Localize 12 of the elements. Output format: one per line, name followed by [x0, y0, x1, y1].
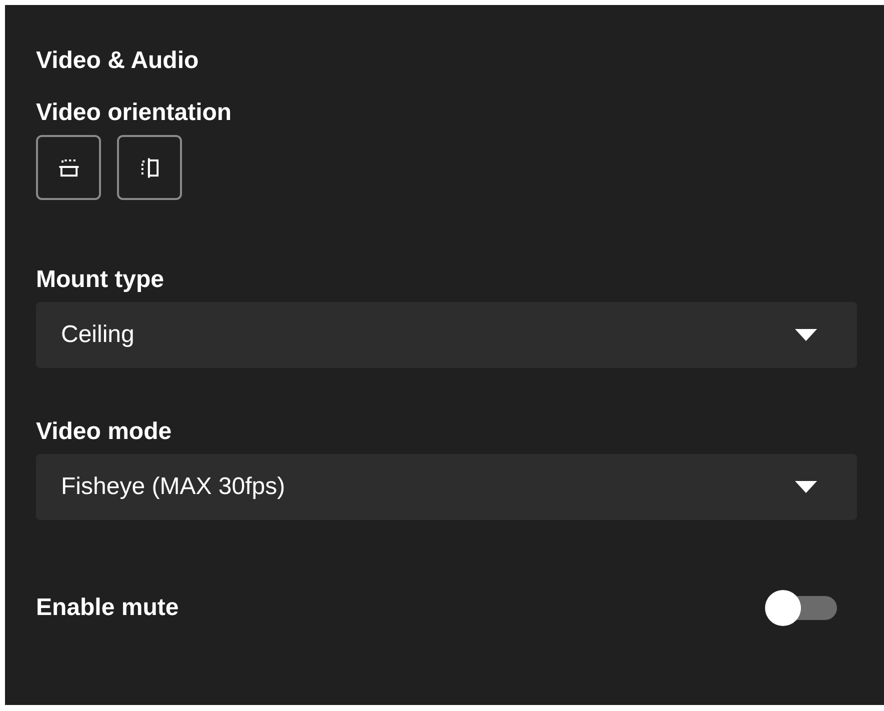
caret-icon: [795, 481, 817, 493]
dropdown[interactable]: Ceiling: [36, 302, 857, 368]
toggle-label: Enable mute: [36, 594, 179, 622]
dropdown[interactable]: Fisheye (MAX 30fps): [36, 454, 857, 520]
section-title: Video & Audio: [36, 47, 200, 75]
caret-icon: [795, 329, 817, 341]
field-label: Video mode: [36, 418, 173, 446]
field-label: Mount type: [36, 266, 165, 294]
orientation-button[interactable]: [117, 135, 182, 200]
toggle-switch[interactable]: [765, 590, 837, 626]
field-label: Video orientation: [36, 99, 233, 127]
orientation-button[interactable]: [36, 135, 101, 200]
